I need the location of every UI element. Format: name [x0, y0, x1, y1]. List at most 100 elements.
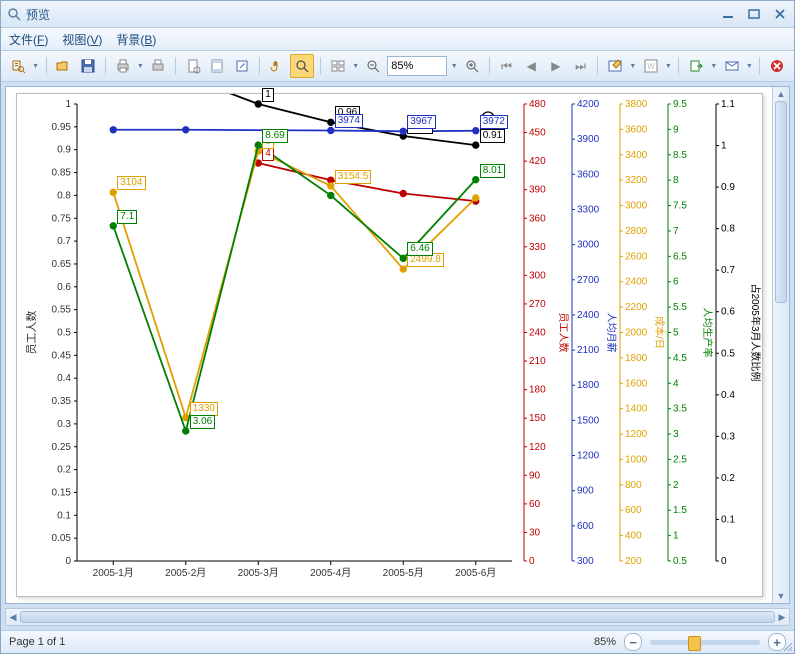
svg-text:4.5: 4.5 [673, 353, 687, 364]
svg-text:450: 450 [529, 128, 546, 139]
svg-text:1: 1 [673, 531, 679, 542]
zoom-minus-button[interactable]: − [624, 633, 642, 651]
svg-text:3.5: 3.5 [673, 404, 687, 415]
last-page-icon[interactable]: ⏭ [570, 55, 592, 77]
scroll-left-icon[interactable]: ◀ [6, 609, 20, 625]
vertical-scrollbar[interactable]: ▲ ▼ [772, 87, 789, 603]
svg-text:0.65: 0.65 [52, 259, 72, 270]
open-icon[interactable] [53, 55, 75, 77]
email-dropdown[interactable]: ▼ [745, 63, 753, 70]
data-label: 4 [262, 147, 274, 161]
scroll-up-icon[interactable]: ▲ [773, 87, 789, 101]
export-icon[interactable] [685, 55, 707, 77]
page-setup-icon[interactable] [182, 55, 204, 77]
multipage-icon[interactable] [327, 55, 349, 77]
email-icon[interactable] [721, 55, 743, 77]
svg-text:2005-3月: 2005-3月 [238, 567, 279, 579]
annotate-dropdown[interactable]: ▼ [629, 63, 637, 70]
scroll-thumb[interactable] [775, 101, 787, 303]
window: 预览 文件(F) 视图(V) 背景(B) ▼ ▼ ▼ ▼ [0, 0, 795, 654]
quick-print-icon[interactable] [147, 55, 169, 77]
svg-text:6.5: 6.5 [673, 251, 687, 262]
svg-text:3200: 3200 [625, 175, 648, 186]
horizontal-scrollbar[interactable]: ◀ ▶ [5, 608, 790, 626]
watermark-icon[interactable]: W [640, 55, 662, 77]
svg-text:人均月薪: 人均月薪 [605, 313, 617, 353]
svg-text:0.9: 0.9 [57, 145, 71, 156]
svg-text:800: 800 [625, 480, 642, 491]
resize-grip[interactable] [781, 640, 793, 652]
svg-text:1200: 1200 [625, 429, 648, 440]
svg-text:210: 210 [529, 356, 546, 367]
zoom-slider-knob[interactable] [688, 636, 701, 651]
window-title: 预览 [26, 6, 720, 23]
export-dropdown[interactable]: ▼ [710, 63, 718, 70]
svg-text:200: 200 [625, 556, 642, 567]
annotate-icon[interactable] [604, 55, 626, 77]
svg-text:0.7: 0.7 [57, 236, 71, 247]
svg-text:0.2: 0.2 [57, 465, 71, 476]
menu-view[interactable]: 视图(V) [62, 31, 102, 48]
svg-text:3400: 3400 [625, 150, 648, 161]
print-icon[interactable] [112, 55, 134, 77]
prev-page-icon[interactable]: ◀ [520, 55, 542, 77]
svg-text:3800: 3800 [625, 99, 648, 110]
magnifier-tool-icon[interactable] [290, 54, 314, 78]
svg-text:0.35: 0.35 [52, 396, 72, 407]
svg-text:7: 7 [673, 226, 679, 237]
svg-text:0.9: 0.9 [721, 182, 735, 193]
header-footer-icon[interactable] [207, 55, 229, 77]
svg-text:0.55: 0.55 [52, 305, 72, 316]
find-dropdown[interactable]: ▼ [32, 63, 40, 70]
menu-file[interactable]: 文件(F) [9, 31, 48, 48]
svg-text:0.8: 0.8 [721, 224, 735, 235]
scroll-down-icon[interactable]: ▼ [773, 589, 789, 603]
data-label: 1330 [190, 402, 218, 416]
find-icon[interactable] [7, 55, 29, 77]
minimize-button[interactable] [720, 7, 736, 21]
zoom-in-icon[interactable] [461, 55, 483, 77]
next-page-icon[interactable]: ▶ [545, 55, 567, 77]
svg-text:4200: 4200 [577, 99, 600, 110]
scroll-right-icon[interactable]: ▶ [775, 609, 789, 625]
save-icon[interactable] [77, 55, 99, 77]
hand-tool-icon[interactable] [266, 55, 288, 77]
zoom-indicator: 85% [594, 636, 616, 648]
svg-text:1800: 1800 [577, 380, 600, 391]
svg-text:7.5: 7.5 [673, 201, 687, 212]
svg-text:360: 360 [529, 213, 546, 224]
data-label: 1 [262, 88, 274, 102]
exit-icon[interactable] [766, 55, 788, 77]
close-button[interactable] [772, 7, 788, 21]
svg-text:240: 240 [529, 328, 546, 339]
zoom-dropdown[interactable]: ▼ [450, 63, 458, 70]
zoom-out-icon[interactable] [363, 55, 385, 77]
scroll-thumb-h[interactable] [20, 611, 775, 623]
svg-text:9: 9 [673, 124, 679, 135]
svg-text:0.95: 0.95 [52, 122, 72, 133]
multipage-dropdown[interactable]: ▼ [352, 63, 360, 70]
svg-text:2000: 2000 [625, 328, 648, 339]
svg-text:3900: 3900 [577, 134, 600, 145]
zoom-input[interactable] [387, 56, 447, 76]
svg-text:8.5: 8.5 [673, 150, 687, 161]
svg-text:1.5: 1.5 [673, 505, 687, 516]
svg-text:员工人数: 员工人数 [557, 313, 570, 353]
svg-text:390: 390 [529, 185, 546, 196]
svg-text:60: 60 [529, 499, 541, 510]
data-label: 3104 [117, 176, 145, 190]
data-label: 8.69 [262, 129, 287, 143]
print-dropdown[interactable]: ▼ [136, 63, 144, 70]
svg-text:0: 0 [529, 556, 535, 567]
first-page-icon[interactable]: ⏮ [496, 55, 518, 77]
data-label: 3974 [335, 114, 363, 128]
data-label: 8.01 [480, 164, 505, 178]
svg-text:1800: 1800 [625, 353, 648, 364]
svg-text:900: 900 [577, 486, 594, 497]
scale-icon[interactable] [231, 55, 253, 77]
watermark-dropdown[interactable]: ▼ [664, 63, 672, 70]
svg-text:0.8: 0.8 [57, 190, 71, 201]
menu-bg[interactable]: 背景(B) [116, 31, 156, 48]
maximize-button[interactable] [746, 7, 762, 21]
zoom-slider[interactable] [650, 640, 760, 645]
